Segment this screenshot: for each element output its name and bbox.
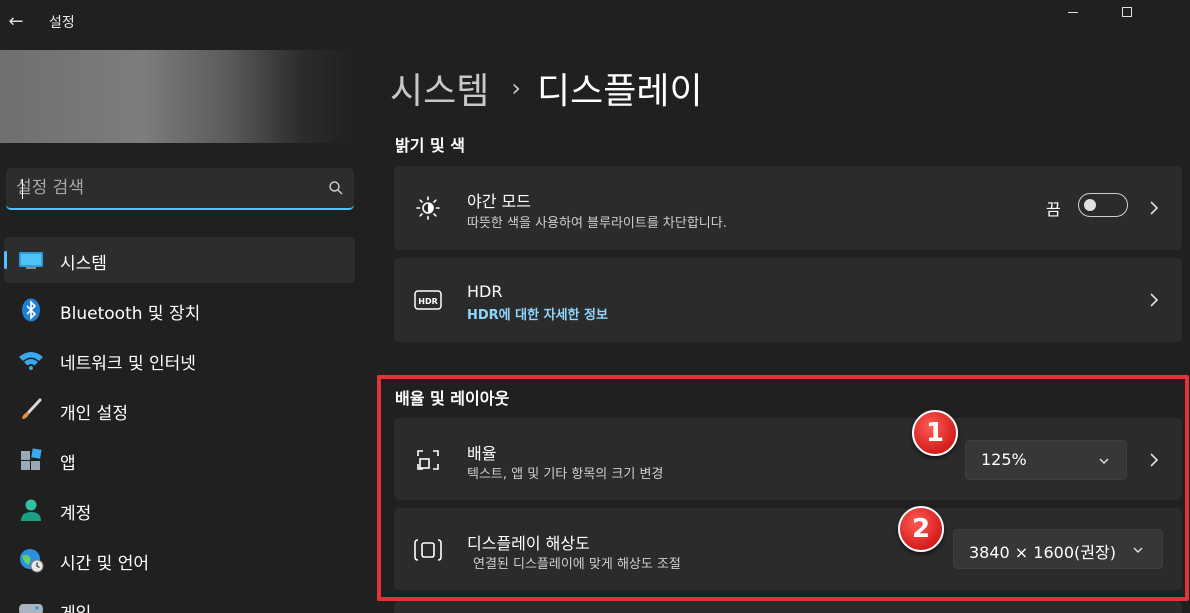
title-bar: ← 설정	[0, 0, 1190, 44]
minimize-icon	[1068, 11, 1078, 13]
monitor-icon	[18, 248, 44, 272]
scale-icon	[414, 446, 442, 474]
bluetooth-icon	[18, 298, 44, 322]
night-light-state-label: 끔	[1046, 200, 1061, 219]
breadcrumb: 시스템 › 디스플레이	[390, 62, 703, 114]
resolution-subtitle: 연결된 디스플레이에 맞게 해상도 조절	[473, 557, 681, 572]
resolution-card[interactable]: 디스플레이 해상도 연결된 디스플레이에 맞게 해상도 조절 3840 × 16…	[394, 508, 1182, 590]
chevron-right-icon[interactable]	[1148, 200, 1160, 216]
next-card[interactable]	[394, 601, 1182, 613]
toggle-knob	[1084, 199, 1096, 211]
resolution-title: 디스플레이 해상도	[467, 534, 590, 553]
apps-icon	[18, 448, 44, 472]
breadcrumb-separator: ›	[511, 74, 521, 102]
paintbrush-icon	[18, 398, 44, 422]
section-title-brightness: 밝기 및 색	[395, 136, 466, 155]
sidebar-item-label: 앱	[60, 454, 76, 474]
resolution-icon	[414, 536, 442, 564]
scale-subtitle: 텍스트, 앱 및 기타 항목의 크기 변경	[467, 467, 664, 482]
breadcrumb-parent[interactable]: 시스템	[390, 62, 489, 114]
minimize-button[interactable]	[1050, 0, 1096, 24]
back-arrow-icon: ←	[8, 11, 24, 32]
sidebar-item-network[interactable]: 네트워크 및 인터넷	[4, 337, 355, 383]
back-button[interactable]: ←	[4, 8, 28, 36]
globe-clock-icon	[18, 548, 44, 573]
sidebar-item-personalization[interactable]: 개인 설정	[4, 387, 355, 433]
annotation-badge-1: 1	[912, 410, 958, 456]
section-title-scale-layout: 배율 및 레이아웃	[395, 389, 510, 408]
resolution-dropdown-value: 3840 × 1600(권장)	[969, 543, 1116, 562]
hdr-more-info-link[interactable]: HDR에 대한 자세한 정보	[467, 304, 608, 323]
sidebar-item-time-language[interactable]: 시간 및 언어	[4, 537, 355, 583]
chevron-down-icon	[1099, 458, 1109, 464]
maximize-button[interactable]	[1104, 0, 1150, 24]
sidebar-item-label: 개인 설정	[60, 404, 128, 424]
app-title: 설정	[49, 15, 75, 31]
active-indicator	[4, 251, 7, 269]
brightness-sun-icon	[414, 194, 442, 222]
sidebar-item-accounts[interactable]: 계정	[4, 487, 355, 533]
gamepad-icon	[18, 598, 44, 613]
user-profile-banner[interactable]	[0, 50, 354, 143]
sidebar-item-label: 네트워크 및 인터넷	[60, 354, 196, 374]
maximize-icon	[1122, 7, 1132, 17]
scale-dropdown-value: 125%	[981, 450, 1027, 469]
sidebar-item-system[interactable]: 시스템	[4, 237, 355, 283]
night-light-subtitle: 따뜻한 색을 사용하여 블루라이트를 차단합니다.	[467, 216, 727, 231]
sidebar-item-label: 계정	[60, 504, 92, 524]
night-light-title: 야간 모드	[467, 192, 531, 211]
scale-card[interactable]: 배율 텍스트, 앱 및 기타 항목의 크기 변경 125%	[394, 418, 1182, 500]
person-icon	[18, 498, 44, 522]
sidebar-item-gaming[interactable]: 게임	[4, 587, 355, 613]
hdr-title: HDR	[467, 282, 503, 301]
annotation-badge-2: 2	[898, 506, 944, 552]
svg-text:HDR: HDR	[418, 297, 438, 306]
night-light-toggle[interactable]	[1078, 193, 1128, 217]
sidebar-item-label: 게임	[60, 599, 91, 613]
hdr-card[interactable]: HDR HDR HDR에 대한 자세한 정보	[394, 258, 1182, 342]
chevron-right-icon[interactable]	[1148, 452, 1160, 468]
search-icon[interactable]	[328, 180, 344, 196]
night-light-card[interactable]: 야간 모드 따뜻한 색을 사용하여 블루라이트를 차단합니다. 끔	[394, 166, 1182, 250]
hdr-icon: HDR	[414, 286, 442, 314]
scale-dropdown[interactable]: 125%	[965, 440, 1127, 480]
sidebar-item-bluetooth[interactable]: Bluetooth 및 장치	[4, 287, 355, 333]
search-box[interactable]	[6, 168, 354, 210]
wifi-icon	[18, 348, 44, 372]
chevron-right-icon[interactable]	[1148, 292, 1160, 308]
scale-title: 배율	[467, 444, 497, 463]
text-caret	[22, 179, 23, 199]
chevron-down-icon	[1133, 547, 1143, 553]
search-input[interactable]	[16, 176, 316, 200]
sidebar-nav: 시스템 Bluetooth 및 장치 네트워크 및 인터넷 개인 설정 앱 계정…	[4, 237, 355, 613]
resolution-dropdown[interactable]: 3840 × 1600(권장)	[953, 529, 1163, 569]
sidebar-item-label: 시스템	[60, 254, 107, 274]
sidebar-item-apps[interactable]: 앱	[4, 437, 355, 483]
page-title: 디스플레이	[536, 71, 703, 112]
sidebar-item-label: Bluetooth 및 장치	[60, 304, 201, 324]
sidebar-item-label: 시간 및 언어	[60, 554, 150, 574]
